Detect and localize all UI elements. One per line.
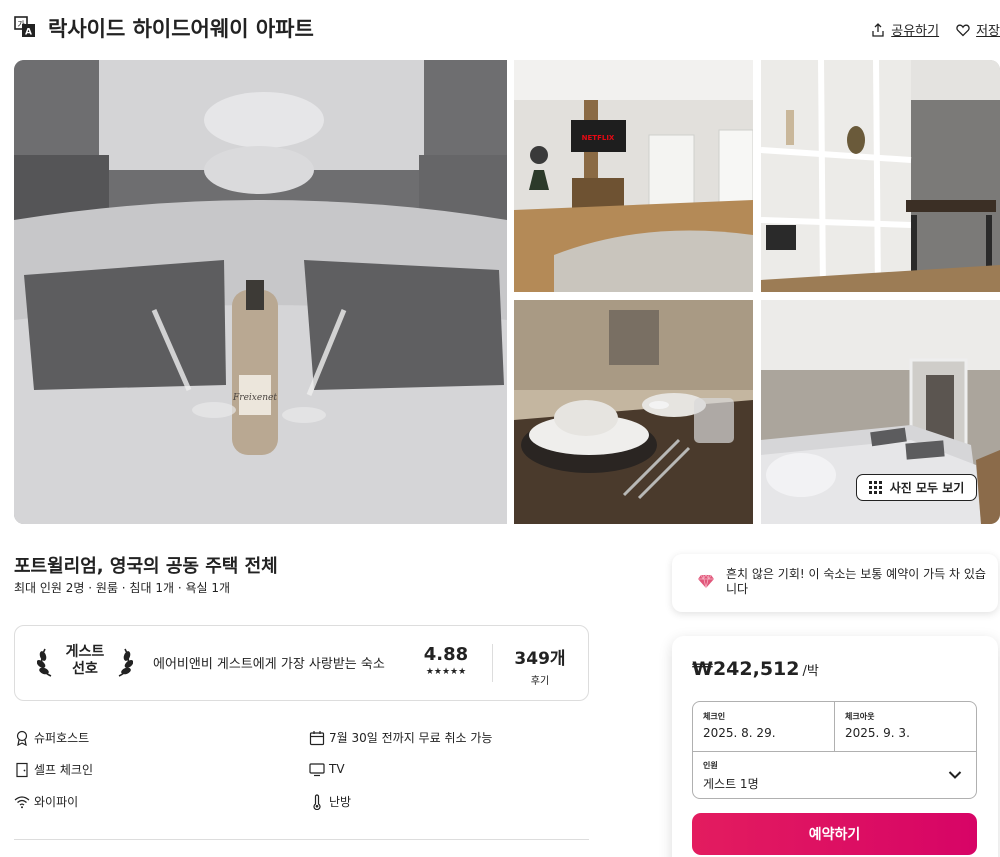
gem-icon <box>698 574 714 589</box>
checkout-label: 체크아웃 <box>845 712 875 721</box>
badge-line-1: 게스트 <box>65 644 105 660</box>
amenity-cancellation: 7월 30일 전까지 무료 취소 가능 <box>309 729 492 746</box>
guests-value: 게스트 1명 <box>703 777 759 791</box>
listing-subtitle: 최대 인원 2명 · 원룸 · 침대 1개 · 욕실 1개 <box>14 581 231 595</box>
guest-favorite-badge: 게스트 선호 <box>63 644 107 678</box>
wifi-icon <box>14 795 30 808</box>
price-per-night: /박 <box>802 664 819 679</box>
header-actions: 공유하기 저장 <box>854 20 1000 39</box>
title-row: 가 A 락사이드 하이드어웨이 아파트 공유하기 저장 <box>14 10 1000 44</box>
amenity-label: 슈퍼호스트 <box>34 731 90 745</box>
share-label: 공유하기 <box>891 24 940 39</box>
rare-find-text: 흔치 않은 기회! 이 숙소는 보통 예약이 가득 차 있습니다 <box>726 567 986 596</box>
badge-line-2: 선호 <box>72 661 98 677</box>
review-label: 후기 <box>530 676 550 687</box>
door-icon <box>16 762 28 777</box>
share-button[interactable]: 공유하기 <box>871 20 939 39</box>
translate-icon[interactable]: 가 A <box>14 16 36 38</box>
page-title: 락사이드 하이드어웨이 아파트 <box>48 17 314 41</box>
bottle-label: Freixenet <box>232 393 277 403</box>
date-guest-picker: 체크인 2025. 8. 29. 체크아웃 2025. 9. 3. 인원 게스트… <box>692 701 977 799</box>
share-icon <box>872 22 884 37</box>
amenity-superhost: 슈퍼호스트 <box>14 729 89 746</box>
section-divider <box>14 839 589 840</box>
checkin-value: 2025. 8. 29. <box>703 726 776 740</box>
chevron-down-icon <box>948 771 962 779</box>
amenity-wifi: 와이파이 <box>14 793 78 810</box>
svg-text:A: A <box>25 28 32 38</box>
checkout-field[interactable]: 체크아웃 2025. 9. 3. <box>835 702 977 751</box>
tv-brand-label: NETFLIX <box>582 134 615 142</box>
save-label: 저장 <box>976 24 1000 39</box>
show-all-label: 사진 모두 보기 <box>889 481 965 495</box>
rare-find-banner: 흔치 않은 기회! 이 숙소는 보통 예약이 가득 차 있습니다 <box>672 554 998 612</box>
guest-favorite-card[interactable]: 게스트 선호 에어비앤비 게스트에게 가장 사랑받는 숙소 4.88 ★★★★★… <box>14 625 589 701</box>
photo-tableware[interactable] <box>514 300 753 524</box>
heart-icon <box>956 24 970 36</box>
amenity-label: 7월 30일 전까지 무료 취소 가능 <box>329 731 493 745</box>
superhost-icon <box>16 730 28 746</box>
listing-title: 포트윌리엄, 영국의 공동 주택 전체 <box>14 556 278 577</box>
guests-label: 인원 <box>703 761 718 770</box>
photo-living-room[interactable]: NETFLIX <box>514 60 753 292</box>
guests-dropdown[interactable]: 인원 게스트 1명 <box>693 751 976 799</box>
amenity-self-checkin: 셀프 체크인 <box>14 761 93 778</box>
photo-shelving[interactable] <box>761 60 1000 292</box>
rating-divider <box>492 644 493 682</box>
amenity-heating: 난방 <box>309 793 351 810</box>
save-button[interactable]: 저장 <box>956 20 1000 39</box>
calendar-icon <box>309 730 325 745</box>
booking-card: ₩242,512/박 체크인 2025. 8. 29. 체크아웃 2025. 9… <box>672 636 998 857</box>
price: ₩242,512/박 <box>692 658 819 680</box>
review-count: 349개 <box>514 649 566 669</box>
price-amount: ₩242,512 <box>692 658 800 680</box>
reserve-button[interactable]: 예약하기 <box>692 813 977 855</box>
checkout-value: 2025. 9. 3. <box>845 726 910 740</box>
photo-main-bedroom[interactable]: Freixenet <box>14 60 507 524</box>
show-all-photos-button[interactable]: 사진 모두 보기 <box>856 474 977 501</box>
grid-icon <box>868 481 882 494</box>
rating: 4.88 ★★★★★ <box>419 644 473 677</box>
reviews[interactable]: 349개 후기 <box>509 644 571 687</box>
rating-stars: ★★★★★ <box>425 667 467 677</box>
amenity-label: 난방 <box>329 795 352 809</box>
amenity-label: TV <box>329 762 345 776</box>
amenity-label: 와이파이 <box>34 795 79 809</box>
amenity-tv: TV <box>309 761 345 777</box>
tv-icon <box>309 763 325 777</box>
amenity-label: 셀프 체크인 <box>34 763 94 777</box>
laurel-left-icon <box>37 648 52 677</box>
checkin-field[interactable]: 체크인 2025. 8. 29. <box>693 702 835 751</box>
checkin-label: 체크인 <box>703 712 726 721</box>
laurel-right-icon <box>118 648 133 677</box>
guest-favorite-description: 에어비앤비 게스트에게 가장 사랑받는 숙소 <box>153 657 385 672</box>
thermometer-icon <box>313 793 321 810</box>
rating-value: 4.88 <box>423 644 469 665</box>
